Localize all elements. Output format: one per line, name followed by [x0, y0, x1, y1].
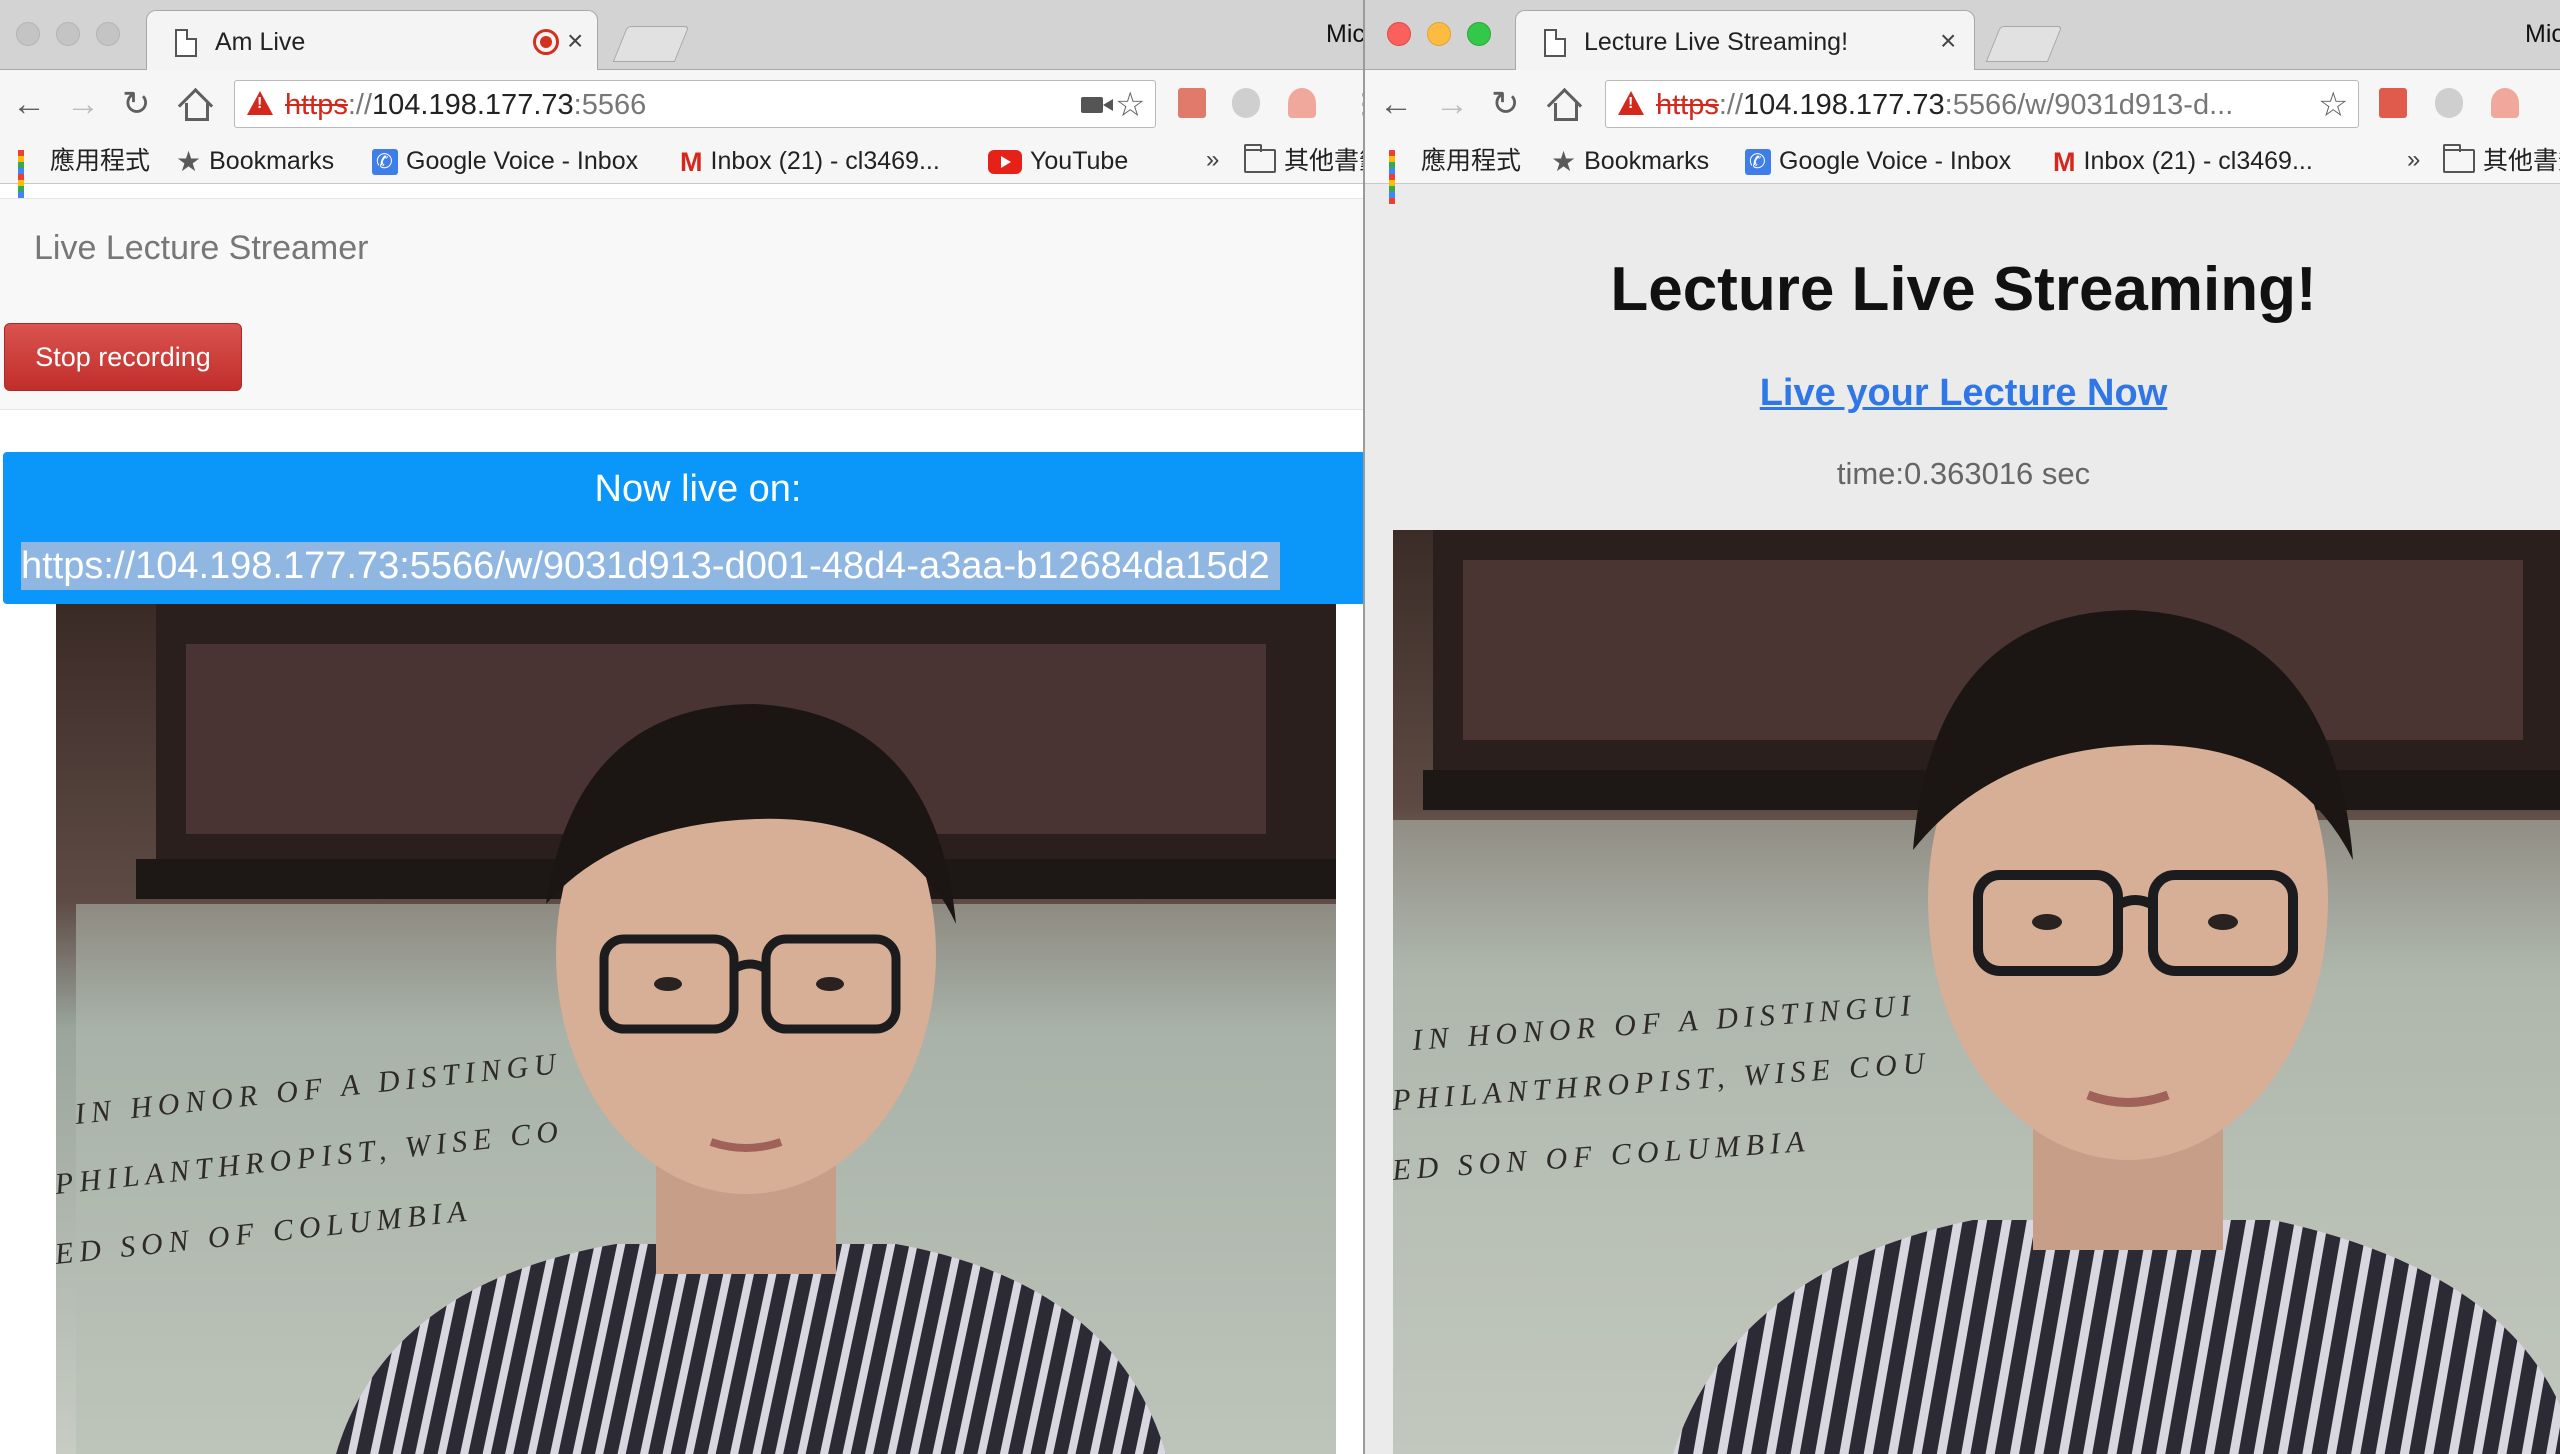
star-icon: ★	[1551, 146, 1577, 178]
bookmarks-bar: 應用程式 ★Bookmarks Google Voice - Inbox MIn…	[1365, 138, 2560, 205]
bookmark-bookmarks[interactable]: ★ Bookmarks	[176, 146, 334, 178]
extension-drive-icon[interactable]	[2435, 88, 2463, 118]
gmail-icon: M	[2053, 147, 2076, 178]
reload-icon[interactable]: ↻	[1491, 84, 1520, 124]
bookmark-apps[interactable]: 應用程式	[18, 146, 150, 205]
live-banner: Now live on: https://104.198.177.73:5566…	[3, 452, 1363, 604]
back-icon[interactable]: ←	[12, 84, 46, 124]
app-brand[interactable]: Live Lecture Streamer	[34, 229, 369, 268]
new-tab-button[interactable]	[612, 26, 690, 62]
right-browser-window: Lecture Live Streaming! × Mic ← → ↻ http…	[1363, 0, 2560, 1454]
tab-lecture-live-streaming[interactable]: Lecture Live Streaming! ×	[1515, 10, 1975, 70]
tab-am-live[interactable]: Am Live ×	[146, 10, 598, 70]
close-tab-icon[interactable]: ×	[1940, 25, 1956, 57]
bookmark-gmail-inbox[interactable]: M Inbox (21) - cl3469...	[680, 146, 940, 178]
extension-hand-icon[interactable]	[1288, 88, 1316, 118]
extension-hand-icon[interactable]	[2491, 88, 2519, 118]
browser-toolbar: ← → ↻ https://104.198.177.73:5566 ☆ ⋮	[0, 70, 1363, 138]
live-stream-video: IN HONOR OF A DISTINGUI PHILANTHROPIST, …	[1393, 530, 2560, 1454]
window-controls[interactable]	[1387, 22, 1507, 46]
menu-icon[interactable]: ⋮	[1350, 84, 1363, 124]
streamer-navbar: Live Lecture Streamer Stop recording	[0, 198, 1363, 410]
tab-title: Am Live	[215, 28, 306, 56]
home-icon[interactable]	[180, 92, 209, 121]
window-title-clipped: Mic	[1326, 20, 1363, 48]
bookmarks-bar: 應用程式 ★Bookmarks Google Voice - Inbox MIn…	[0, 138, 1363, 205]
close-tab-icon[interactable]: ×	[567, 25, 583, 57]
recording-dot-icon	[533, 29, 559, 55]
apps-icon	[18, 150, 42, 205]
url-text: https://104.198.177.73:5566	[285, 89, 647, 121]
bookmark-google-voice[interactable]: Google Voice - Inbox	[372, 146, 638, 177]
bookmarks-overflow-icon[interactable]: »	[1206, 146, 1219, 174]
extension-bookmark-icon[interactable]	[1178, 88, 1206, 118]
webcam-frame: IN HONOR OF A DISTINGU PHILANTHROPIST, W…	[56, 604, 1336, 1454]
forward-icon[interactable]: →	[1435, 84, 1469, 124]
insecure-warning-icon[interactable]	[247, 91, 273, 115]
google-voice-icon	[1745, 147, 1771, 177]
minimize-window-button[interactable]	[1427, 22, 1451, 46]
stop-recording-button[interactable]: Stop recording	[4, 323, 242, 391]
forward-icon[interactable]: →	[66, 84, 100, 124]
new-tab-button[interactable]	[1985, 26, 2063, 62]
tab-strip: Lecture Live Streaming! × Mic	[1365, 0, 2560, 70]
url-text: https://104.198.177.73:5566/w/9031d913-d…	[1656, 89, 2234, 121]
window-title-clipped: Mic	[2525, 20, 2560, 48]
page-icon	[1544, 29, 1566, 57]
bookmark-gmail-inbox[interactable]: M Inbox (21) - cl3469...	[2053, 146, 2313, 178]
page-icon	[175, 29, 197, 57]
star-icon: ★	[176, 146, 202, 178]
bookmark-star-icon[interactable]: ☆	[1115, 85, 1145, 125]
home-icon[interactable]	[1549, 92, 1578, 121]
reload-icon[interactable]: ↻	[122, 84, 151, 124]
bookmark-bookmarks[interactable]: ★ Bookmarks	[1551, 146, 1709, 178]
insecure-warning-icon[interactable]	[1618, 91, 1644, 115]
back-icon[interactable]: ←	[1379, 84, 1413, 124]
browser-toolbar: ← → ↻ https://104.198.177.73:5566/w/9031…	[1365, 70, 2560, 138]
stream-time: time:0.363016 sec	[1836, 456, 2091, 491]
youtube-icon	[988, 150, 1022, 175]
page-title: Lecture Live Streaming!	[1610, 255, 2317, 324]
camera-icon[interactable]	[1081, 97, 1113, 113]
left-browser-window: Am Live × Mic ← → ↻ https://104.198.177.…	[0, 0, 1363, 1454]
extension-bookmark-icon[interactable]	[2379, 88, 2407, 118]
live-url-selected-text[interactable]: https://104.198.177.73:5566/w/9031d913-d…	[21, 542, 1280, 590]
window-controls[interactable]	[16, 22, 136, 46]
folder-icon	[2443, 144, 2475, 174]
extension-drive-icon[interactable]	[1232, 88, 1260, 118]
zoom-window-button[interactable]	[1467, 22, 1491, 46]
address-bar[interactable]: https://104.198.177.73:5566/w/9031d913-d…	[1605, 80, 2359, 128]
bookmarks-overflow-icon[interactable]: »	[2407, 146, 2420, 174]
tab-title: Lecture Live Streaming!	[1584, 28, 1849, 56]
webcam-preview-video: IN HONOR OF A DISTINGU PHILANTHROPIST, W…	[56, 604, 1336, 1454]
other-bookmarks-folder[interactable]: 其他書籤	[1244, 144, 1363, 176]
address-bar[interactable]: https://104.198.177.73:5566 ☆	[234, 80, 1156, 128]
bookmark-star-icon[interactable]: ☆	[2318, 85, 2348, 125]
other-bookmarks-folder[interactable]: 其他書籤	[2443, 144, 2560, 176]
google-voice-icon	[372, 147, 398, 177]
bookmark-google-voice[interactable]: Google Voice - Inbox	[1745, 146, 2011, 177]
banner-title: Now live on:	[594, 468, 802, 510]
live-lecture-link[interactable]: Live your Lecture Now	[1365, 372, 2560, 415]
menu-icon[interactable]: ⋮	[2549, 84, 2560, 124]
bookmark-apps[interactable]: 應用程式	[1389, 146, 1521, 205]
gmail-icon: M	[680, 147, 703, 178]
close-window-button[interactable]	[1387, 22, 1411, 46]
apps-icon	[1389, 150, 1413, 205]
stream-frame: IN HONOR OF A DISTINGUI PHILANTHROPIST, …	[1393, 530, 2560, 1454]
bookmark-youtube[interactable]: YouTube	[988, 146, 1128, 176]
folder-icon	[1244, 144, 1276, 174]
tab-strip: Am Live × Mic	[0, 0, 1363, 70]
